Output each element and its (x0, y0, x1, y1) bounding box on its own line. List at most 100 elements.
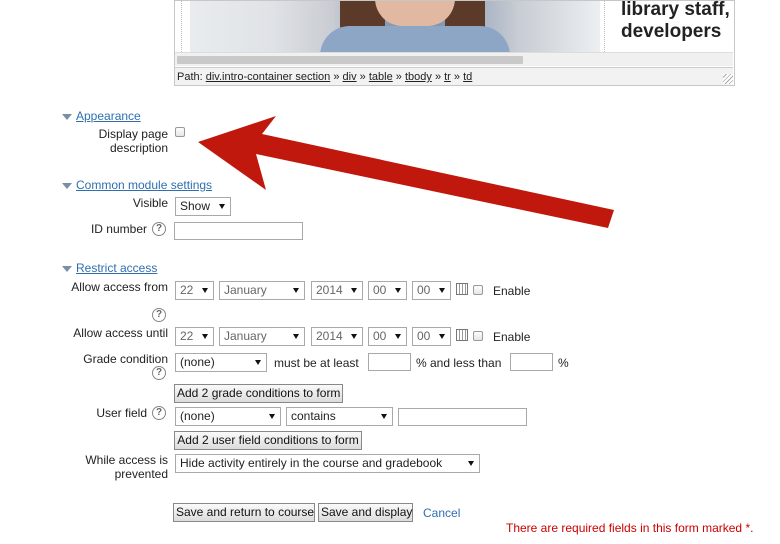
path-item[interactable]: table (369, 71, 393, 83)
percent-label: % (558, 356, 569, 370)
annotation-arrow-icon (198, 116, 614, 228)
chevron-down-icon (293, 288, 299, 293)
grade-min-input[interactable] (368, 353, 411, 371)
from-minute-select[interactable]: 00 (412, 281, 451, 300)
required-note-text: There are required fields in this form m… (506, 521, 743, 535)
chevron-down-icon (293, 334, 299, 339)
idnumber-label: ID number (90, 222, 147, 236)
chevron-down-icon (395, 288, 401, 293)
chevron-down-icon (202, 288, 208, 293)
from-month-select[interactable]: January (219, 281, 305, 300)
grade-max-input[interactable] (510, 353, 553, 371)
chevron-down-icon (351, 334, 357, 339)
help-icon[interactable]: ? (152, 366, 166, 380)
calendar-icon[interactable] (456, 283, 468, 295)
path-item[interactable]: div (343, 71, 357, 83)
until-day-select[interactable]: 22 (175, 327, 214, 346)
required-fields-note: There are required fields in this form m… (506, 521, 753, 535)
help-icon[interactable]: ? (152, 222, 166, 236)
from-hour-select[interactable]: 00 (368, 281, 407, 300)
while-prevented-select[interactable]: Hide activity entirely in the course and… (175, 454, 480, 473)
while-prevented-label: While access is prevented (85, 453, 168, 481)
path-item[interactable]: tbody (405, 71, 432, 83)
save-and-display-button[interactable]: Save and display (318, 503, 413, 522)
editor-content[interactable] (181, 1, 605, 52)
select-value: 22 (180, 329, 194, 343)
path-item[interactable]: td (463, 71, 472, 83)
select-value: 22 (180, 283, 194, 297)
chevron-down-icon (395, 334, 401, 339)
path-item[interactable]: div.intro-container section (206, 71, 331, 83)
allow-until-label: Allow access until (73, 326, 168, 340)
select-value: January (224, 329, 267, 343)
operator-select[interactable]: contains (286, 407, 393, 426)
select-value: 00 (417, 283, 431, 297)
chevron-down-icon (468, 461, 474, 466)
select-value: 2014 (316, 329, 343, 343)
path-label: Path: (177, 71, 203, 83)
section-heading[interactable]: Appearance (76, 109, 141, 123)
until-enable-checkbox[interactable] (473, 331, 483, 341)
html-editor[interactable]: library staff, developers Path: div.intr… (174, 0, 735, 86)
until-year-select[interactable]: 2014 (311, 327, 363, 346)
select-value: (none) (180, 355, 215, 369)
user-field-label: User field (96, 406, 147, 420)
select-value: (none) (180, 409, 215, 423)
allow-from-label: Allow access from (71, 280, 168, 294)
path-separator: » (453, 71, 461, 83)
scrollbar-thumb[interactable] (177, 56, 523, 64)
appearance-header[interactable]: Appearance (62, 109, 141, 123)
idnumber-input[interactable] (174, 222, 303, 240)
chevron-down-icon (381, 414, 387, 419)
until-minute-select[interactable]: 00 (412, 327, 451, 346)
user-field-select[interactable]: (none) (175, 407, 281, 426)
path-separator: » (434, 71, 442, 83)
section-heading[interactable]: Common module settings (76, 178, 212, 192)
less-than-label: % and less than (416, 356, 502, 370)
must-be-at-least-label: must be at least (274, 356, 359, 370)
horizontal-scrollbar[interactable] (175, 52, 733, 66)
until-month-select[interactable]: January (219, 327, 305, 346)
visible-select[interactable]: Show (175, 197, 231, 216)
collapse-triangle-icon (62, 113, 72, 120)
calendar-icon[interactable] (456, 329, 468, 341)
add-user-field-conditions-button[interactable]: Add 2 user field conditions to form (174, 431, 362, 450)
section-heading[interactable]: Restrict access (76, 261, 157, 275)
resize-handle[interactable] (723, 74, 733, 84)
until-hour-select[interactable]: 00 (368, 327, 407, 346)
help-icon[interactable]: ? (152, 406, 166, 420)
select-value: January (224, 283, 267, 297)
grade-condition-label: Grade condition (83, 352, 168, 366)
arrow-shape (198, 116, 614, 228)
path-item[interactable]: tr (444, 71, 451, 83)
display-description-checkbox[interactable] (175, 127, 185, 137)
select-value: Hide activity entirely in the course and… (180, 456, 443, 470)
editor-path-bar: Path: div.intro-container section » div … (175, 67, 733, 85)
user-field-value-input[interactable] (398, 408, 527, 426)
from-year-select[interactable]: 2014 (311, 281, 363, 300)
restrict-access-header[interactable]: Restrict access (62, 261, 157, 275)
add-grade-conditions-button[interactable]: Add 2 grade conditions to form (174, 384, 343, 403)
enable-label: Enable (493, 284, 531, 298)
common-settings-header[interactable]: Common module settings (62, 178, 212, 192)
help-icon[interactable]: ? (152, 308, 166, 322)
chevron-down-icon (439, 288, 445, 293)
save-and-return-button[interactable]: Save and return to course (173, 503, 315, 522)
visible-label: Visible (132, 196, 168, 210)
from-enable-checkbox[interactable] (473, 285, 483, 295)
select-value: 00 (373, 283, 387, 297)
path-separator: » (333, 71, 340, 83)
display-description-label: Display page description (98, 127, 168, 155)
staff-photo (190, 1, 600, 52)
collapse-triangle-icon (62, 265, 72, 272)
editor-text: library staff, developers (621, 0, 730, 42)
required-mark: *. (745, 521, 754, 535)
select-value: contains (291, 409, 336, 423)
chevron-down-icon (269, 414, 275, 419)
from-day-select[interactable]: 22 (175, 281, 214, 300)
chevron-down-icon (255, 360, 261, 365)
grade-item-select[interactable]: (none) (175, 353, 267, 372)
cancel-link[interactable]: Cancel (423, 506, 460, 520)
path-separator: » (359, 71, 366, 83)
path-separator: » (395, 71, 402, 83)
